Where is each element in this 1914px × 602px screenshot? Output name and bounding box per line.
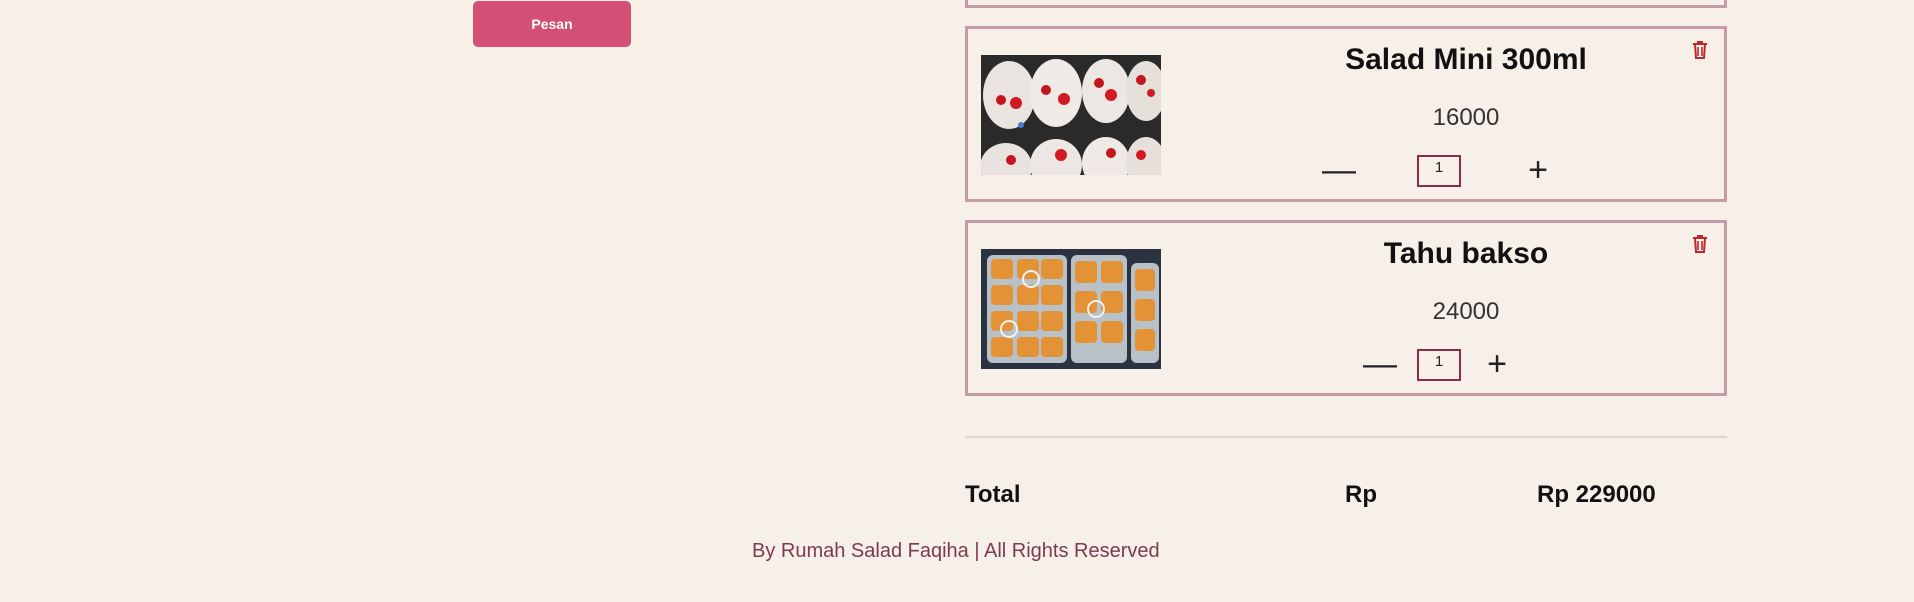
trash-icon[interactable] [1690, 39, 1710, 61]
total-value: Rp 229000 [1537, 481, 1656, 508]
previous-cart-item [965, 0, 1727, 8]
quantity-input[interactable] [1417, 349, 1461, 381]
total-label: Total [965, 481, 1021, 508]
cart-item: Salad Mini 300ml 16000 — + [965, 26, 1727, 202]
footer-text: By Rumah Salad Faqiha | All Rights Reser… [752, 540, 1160, 562]
divider [965, 436, 1727, 438]
product-name: Tahu bakso [1383, 237, 1549, 270]
minus-icon[interactable]: — [1363, 347, 1397, 381]
quantity-input[interactable] [1417, 155, 1461, 187]
product-price: 24000 [1432, 298, 1500, 325]
currency-label: Rp [1345, 481, 1377, 508]
product-name: Salad Mini 300ml [1345, 43, 1587, 76]
plus-icon[interactable]: + [1523, 153, 1553, 187]
plus-icon[interactable]: + [1482, 347, 1512, 381]
cart-item: Tahu bakso 24000 — + [965, 220, 1727, 396]
order-button[interactable]: Pesan [473, 1, 631, 47]
product-price: 16000 [1432, 104, 1500, 131]
trash-icon[interactable] [1690, 233, 1710, 255]
minus-icon[interactable]: — [1322, 153, 1356, 187]
